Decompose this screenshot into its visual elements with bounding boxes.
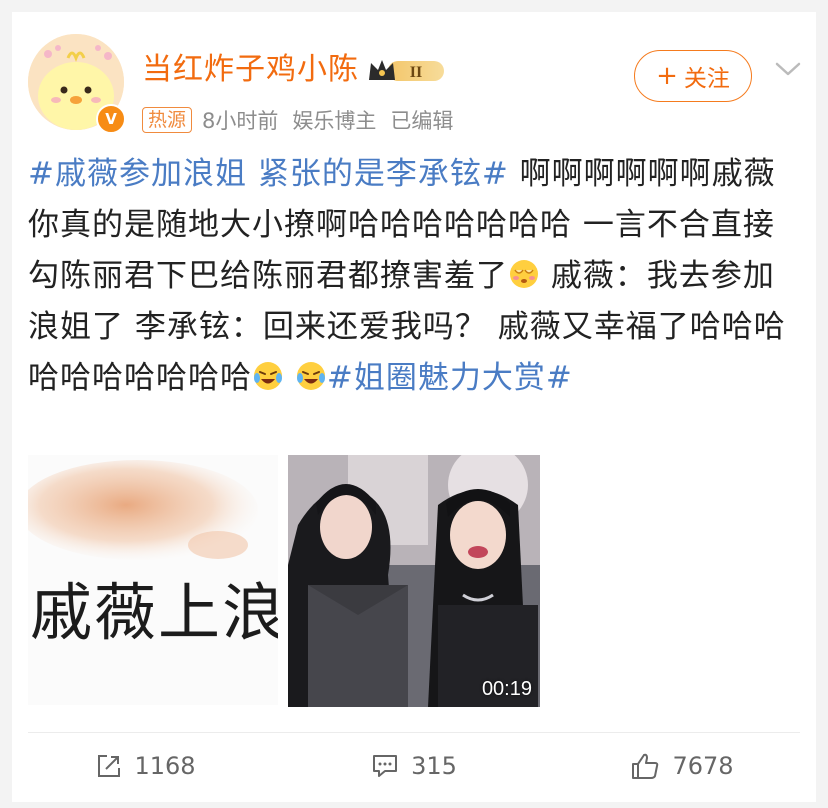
post-text: #戚薇参加浪姐 紧张的是李承铉# 啊啊啊啊啊啊戚薇你真的是随地大小撩啊哈哈哈哈哈… [28,149,804,404]
like-button[interactable]: 7678 [548,734,816,798]
action-bar: 1168 315 7678 [12,734,816,798]
comment-button[interactable]: 315 [280,734,548,798]
image-caption-text: 戚薇上浪姐 [30,576,278,649]
powder-texture-image [28,460,258,560]
topic-tag-1[interactable]: #戚薇参加浪姐 紧张的是李承铉# [28,156,509,192]
comment-count: 315 [411,752,457,780]
topic-tag-2[interactable]: #姐圈魅力大赏# [327,360,573,396]
thumbs-up-icon [632,753,659,779]
video-frame-image [288,455,540,707]
video-duration: 00:19 [481,678,532,700]
laughing-tears-emoji-icon [254,362,282,390]
post-time: 8小时前 [202,109,279,133]
laughing-tears-emoji-icon [296,362,325,390]
repost-count: 1168 [134,752,196,780]
follow-label: 关注 [683,66,730,92]
author-role: 娱乐博主 [292,109,377,133]
comment-icon [373,755,398,777]
image-thumbnail[interactable]: 戚薇上浪姐 [28,455,278,705]
rank-level-label: II [410,64,422,81]
username[interactable]: 当红炸子鸡小陈 [142,50,359,90]
weibo-post-card: V 当红炸子鸡小陈 II 热源 8小时前 娱乐博主 已编辑 + 关注 #戚薇参加浪姐 … [12,12,816,802]
plus-icon: + [656,61,678,91]
divider [28,732,800,733]
hot-source-tag[interactable]: 热源 [142,107,193,133]
edited-label[interactable]: 已编辑 [390,109,453,133]
crown-rank-badge-icon[interactable]: II [366,56,450,86]
video-thumbnail[interactable]: 00:19 [288,455,540,707]
chevron-down-icon[interactable] [774,60,802,78]
post-meta: 热源 8小时前 娱乐博主 已编辑 [142,106,453,136]
like-count: 7678 [672,752,734,780]
repost-icon [98,755,121,777]
shy-face-emoji-icon [510,260,538,288]
follow-button[interactable]: + 关注 [634,50,752,102]
repost-button[interactable]: 1168 [12,734,280,798]
verified-badge-icon: V [96,104,126,134]
